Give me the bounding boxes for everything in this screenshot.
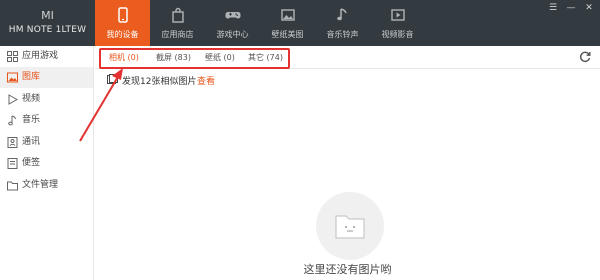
notice-text: 发现12张相似图片 bbox=[122, 77, 197, 87]
photos-icon bbox=[107, 74, 118, 84]
main-content: 相机 (0) 截屏 (83) 壁纸 (0) 其它 (74) 发现12张相似图片 … bbox=[95, 46, 600, 280]
sidebar-item-label: 音乐 bbox=[22, 115, 41, 125]
video-icon bbox=[390, 9, 405, 21]
device-name: HM NOTE 1LTEW bbox=[8, 25, 87, 35]
sidebar-item-notes[interactable]: 便签 bbox=[0, 153, 93, 174]
bag-icon bbox=[171, 7, 184, 23]
folder-icon bbox=[7, 181, 18, 191]
tab-ringtones[interactable]: 音乐铃声 bbox=[315, 0, 370, 46]
sidebar-item-files[interactable]: 文件管理 bbox=[0, 175, 93, 196]
tab-label: 壁纸美图 bbox=[271, 30, 304, 39]
sidebar-item-label: 文件管理 bbox=[22, 180, 59, 190]
tab-video[interactable]: 视频影音 bbox=[370, 0, 425, 46]
minimize-button[interactable]: — bbox=[565, 3, 577, 13]
close-button[interactable]: ✕ bbox=[583, 3, 595, 13]
annotation-highlight-box bbox=[99, 48, 290, 69]
empty-folder-icon bbox=[335, 215, 365, 239]
sidebar-item-label: 便签 bbox=[22, 158, 41, 168]
gallery-icon bbox=[7, 72, 18, 83]
refresh-icon[interactable] bbox=[578, 50, 592, 64]
note-icon bbox=[7, 158, 18, 169]
filter-bar: 相机 (0) 截屏 (83) 壁纸 (0) 其它 (74) bbox=[95, 46, 600, 69]
music-note-icon bbox=[336, 8, 347, 21]
picture-icon bbox=[280, 9, 295, 21]
top-bar: MI HM NOTE 1LTEW 我的设备 应用商店 游戏中心 壁纸美图 音乐铃… bbox=[0, 0, 600, 46]
contacts-icon bbox=[7, 137, 18, 148]
empty-folder-illustration bbox=[316, 192, 384, 260]
tab-game-center[interactable]: 游戏中心 bbox=[205, 0, 260, 46]
phone-icon bbox=[117, 7, 128, 23]
tab-label: 应用商店 bbox=[161, 30, 194, 39]
music-icon bbox=[8, 115, 16, 126]
view-link[interactable]: 查看 bbox=[197, 74, 215, 87]
mi-logo: MI bbox=[41, 9, 54, 22]
tab-label: 音乐铃声 bbox=[326, 30, 359, 39]
tab-label: 我的设备 bbox=[106, 30, 139, 39]
tab-label: 游戏中心 bbox=[216, 30, 249, 39]
sidebar-item-label: 图库 bbox=[22, 72, 41, 82]
play-icon bbox=[8, 94, 18, 105]
sidebar-item-label: 视频 bbox=[22, 94, 41, 104]
sidebar-item-gallery[interactable]: 图库 bbox=[0, 67, 93, 88]
sidebar-item-music[interactable]: 音乐 bbox=[0, 110, 93, 131]
gamepad-icon bbox=[225, 12, 240, 19]
device-brand: MI HM NOTE 1LTEW bbox=[0, 0, 95, 46]
sidebar-item-video[interactable]: 视频 bbox=[0, 89, 93, 110]
tab-wallpapers[interactable]: 壁纸美图 bbox=[260, 0, 315, 46]
empty-state-text: 这里还没有图片哟 bbox=[303, 263, 392, 276]
menu-button[interactable]: ☰ bbox=[547, 3, 559, 13]
sidebar-item-label: 通讯 bbox=[22, 137, 41, 147]
apps-icon bbox=[7, 51, 18, 62]
tab-my-device[interactable]: 我的设备 bbox=[95, 0, 150, 46]
sidebar-item-label: 应用游戏 bbox=[22, 51, 59, 61]
tab-app-store[interactable]: 应用商店 bbox=[150, 0, 205, 46]
sidebar-item-contacts[interactable]: 通讯 bbox=[0, 132, 93, 153]
sidebar-item-apps[interactable]: 应用游戏 bbox=[0, 46, 93, 67]
sidebar: 应用游戏 图库 视频 音乐 通讯 便签 文件管理 bbox=[0, 46, 94, 280]
tab-label: 视频影音 bbox=[381, 30, 414, 39]
